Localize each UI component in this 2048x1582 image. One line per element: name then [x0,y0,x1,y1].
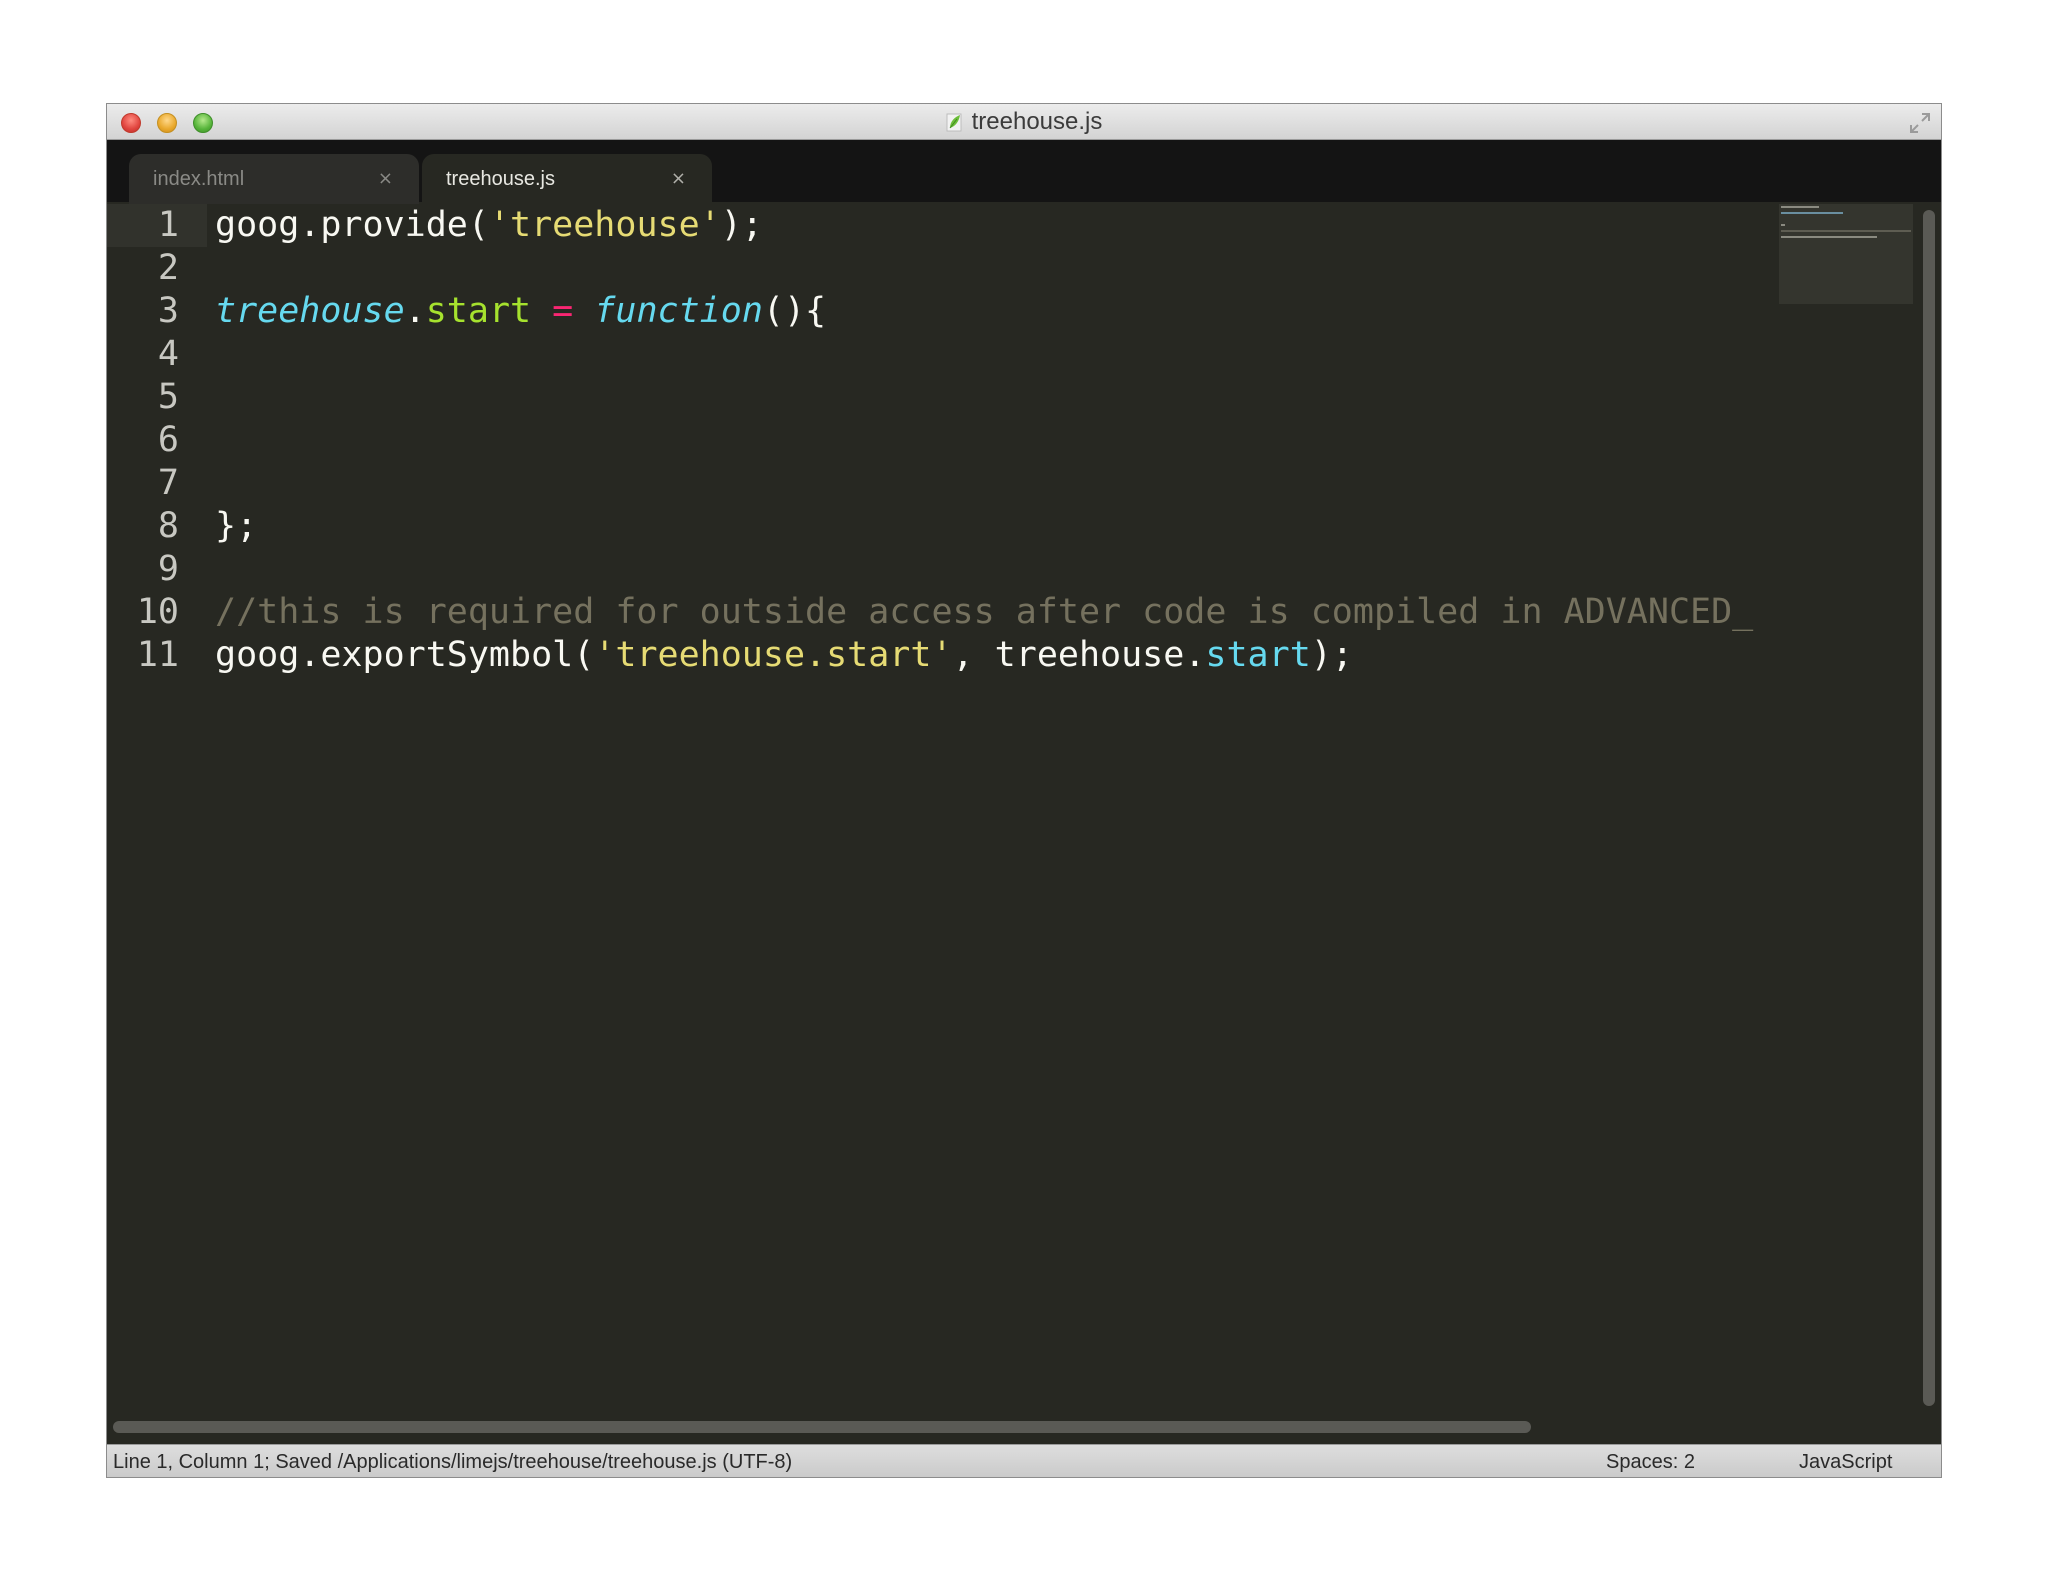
minimap-line [1781,224,1785,226]
code-line[interactable]: treehouse.start = function(){ [215,290,826,333]
code-line[interactable]: }; [215,505,257,548]
line-number: 2 [157,248,179,288]
close-tab-icon[interactable]: × [671,168,686,189]
code-token-comment: //this is required for outside access af… [215,592,1754,632]
window-title: treehouse.js [971,108,1103,135]
code-token-plain: , treehouse. [952,635,1206,675]
code-token-keyword: function [594,291,763,331]
line-number: 7 [157,463,179,503]
minimap-line [1781,206,1819,208]
line-number: 1 [157,205,179,245]
code-editor[interactable]: 1 2 3 4 5 6 7 8 9 10 11 goog.provide('treehouse');… [107,204,1779,1414]
code-token-plain: goog.exportSymbol( [215,635,595,675]
line-number: 4 [157,334,179,374]
minimap-line [1781,230,1911,232]
line-number: 6 [157,420,179,460]
fullscreen-icon[interactable] [1907,110,1933,136]
tab-treehouse-js[interactable]: treehouse.js × [422,154,712,204]
line-number: 5 [157,377,179,417]
close-tab-icon[interactable]: × [378,168,393,189]
status-position-path: Line 1, Column 1; Saved /Applications/li… [113,1451,793,1473]
code-token-string: 'treehouse.start' [594,635,953,675]
code-token-prop2: start [1205,635,1311,675]
line-number: 10 [136,592,179,632]
code-token-string: 'treehouse' [488,205,721,245]
tab-label: treehouse.js [446,167,555,190]
code-token-plain: goog.provide( [215,205,489,245]
code-token-plain: ); [1310,635,1353,675]
tab-index-html[interactable]: index.html × [129,154,419,204]
code-line[interactable]: goog.provide('treehouse'); [215,204,763,247]
code-token-ident: treehouse [215,291,405,331]
editor-window: treehouse.js index.html × treehouse.js ×… [106,103,1942,1478]
code-line[interactable]: //this is required for outside access af… [215,591,1753,634]
tab-label: index.html [153,167,245,190]
title-bar[interactable]: treehouse.js [107,104,1941,140]
minimap[interactable] [1779,204,1913,1414]
window-title-group: treehouse.js [107,104,1941,140]
code-line[interactable]: goog.exportSymbol('treehouse.start', tre… [215,634,1353,677]
line-number: 9 [157,549,179,589]
code-token-plain: (){ [762,291,827,331]
line-number: 3 [157,291,179,331]
line-number: 8 [157,506,179,546]
syntax-selector[interactable]: JavaScript [1799,1445,1892,1477]
code-token-plain: ); [720,205,763,245]
vertical-scrollbar[interactable] [1923,210,1935,1406]
code-token-prop: start [425,291,532,331]
minimap-viewport[interactable] [1779,204,1913,304]
code-token-plain: }; [215,506,258,546]
indentation-setting[interactable]: Spaces: 2 [1606,1445,1695,1477]
minimap-line [1781,212,1843,214]
line-number: 11 [136,635,179,675]
tab-bar: index.html × treehouse.js × [107,140,1941,204]
minimap-line [1781,236,1877,238]
code-token-op: = [552,291,574,331]
code-token-plain: . [404,291,426,331]
horizontal-scrollbar[interactable] [113,1421,1531,1433]
line-number-gutter: 1 2 3 4 5 6 7 8 9 10 11 [107,204,207,1414]
status-bar: Line 1, Column 1; Saved /Applications/li… [107,1444,1941,1477]
leaf-file-icon [946,113,962,132]
